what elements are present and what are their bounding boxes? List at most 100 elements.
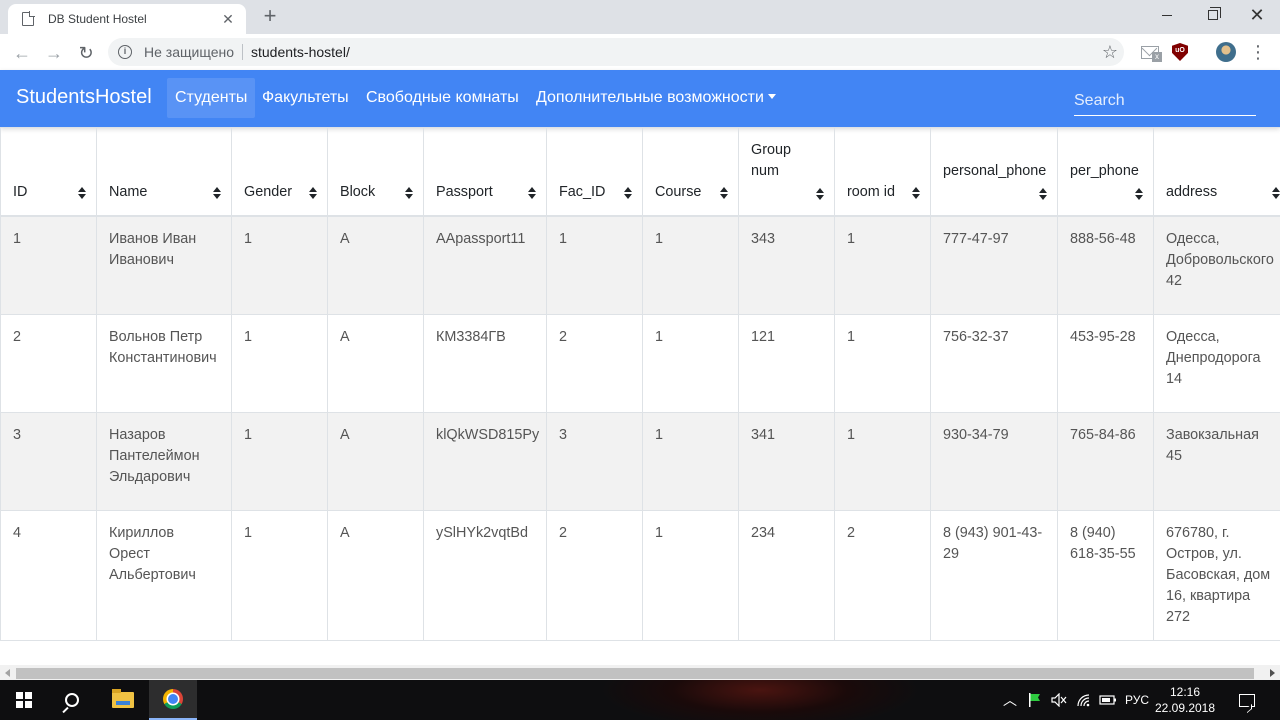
- search-input[interactable]: [1074, 86, 1256, 116]
- tray-expand-button[interactable]: ︿: [1000, 680, 1020, 720]
- cell-personal-phone: 8 (943) 901-43-29: [930, 509, 1058, 641]
- table-row[interactable]: 1 Иванов Иван Иванович 1 A AApassport11 …: [0, 215, 1280, 315]
- col-label: address: [1166, 184, 1218, 200]
- cell-address: Завокзальная 45: [1153, 411, 1280, 511]
- sort-icon: [624, 187, 632, 199]
- minimize-icon: [1162, 14, 1172, 16]
- nav-extra-dropdown[interactable]: Дополнительные возможности: [528, 78, 784, 118]
- col-label: Block: [340, 184, 376, 200]
- browser-toolbar: ← → ↻ i Не защищено students-hostel/ ☆ x…: [0, 34, 1280, 70]
- cell-block: A: [327, 509, 424, 641]
- tab-close-icon[interactable]: ✕: [220, 11, 236, 28]
- cell-room-id: 1: [834, 313, 931, 413]
- nav-free-rooms[interactable]: Свободные комнаты: [358, 78, 527, 118]
- col-header-group-num[interactable]: Group num: [738, 127, 835, 217]
- col-header-gender[interactable]: Gender: [231, 127, 328, 217]
- start-button[interactable]: [0, 680, 48, 720]
- col-label: Passport: [436, 184, 493, 200]
- cell-group-num: 343: [738, 215, 835, 315]
- sort-icon: [309, 187, 317, 199]
- info-icon[interactable]: i: [118, 45, 132, 59]
- table-row[interactable]: 4 Кириллов Орест Альбертович 1 A ySlHYk2…: [0, 509, 1280, 641]
- bookmark-star-icon[interactable]: ☆: [1096, 42, 1124, 63]
- nav-extra-label: Дополнительные возможности: [536, 89, 764, 106]
- col-header-per-phone[interactable]: per_phone: [1057, 127, 1154, 217]
- url-text[interactable]: students-hostel/: [251, 44, 1096, 60]
- network-button[interactable]: [1072, 680, 1096, 720]
- language-indicator[interactable]: РУС: [1122, 680, 1152, 720]
- action-center-button[interactable]: [1232, 680, 1262, 720]
- flag-icon: [1029, 693, 1040, 707]
- taskbar-explorer-button[interactable]: [99, 680, 147, 720]
- nav-faculties[interactable]: Факультеты: [254, 78, 357, 118]
- scroll-right-arrow-icon[interactable]: [1270, 669, 1275, 677]
- cell-address: 676780, г. Остров, ул. Басовская, дом 16…: [1153, 509, 1280, 641]
- taskbar-clock[interactable]: 12:16 22.09.2018: [1152, 684, 1218, 716]
- clock-time: 12:16: [1169, 685, 1201, 699]
- brand-link[interactable]: StudentsHostel: [16, 86, 152, 109]
- table-header-row: ID Name Gender Block Passport Fac_ID Cou…: [0, 127, 1280, 217]
- col-header-block[interactable]: Block: [327, 127, 424, 217]
- security-status[interactable]: Не защищено: [144, 44, 234, 60]
- sort-icon: [816, 188, 824, 200]
- cell-passport: AApassport11: [423, 215, 547, 315]
- browser-tab[interactable]: DB Student Hostel ✕: [8, 4, 246, 34]
- cell-fac-id: 2: [546, 313, 643, 413]
- clock-date: 22.09.2018: [1154, 701, 1216, 715]
- volume-button[interactable]: [1048, 680, 1070, 720]
- forward-button[interactable]: →: [42, 41, 66, 65]
- cell-passport: ySlHYk2vqtBd: [423, 509, 547, 641]
- cell-id: 1: [0, 215, 97, 315]
- col-label: ID: [13, 184, 28, 200]
- col-header-id[interactable]: ID: [0, 127, 97, 217]
- scroll-left-arrow-icon[interactable]: [5, 669, 10, 677]
- col-label: Group num: [751, 142, 791, 179]
- col-header-passport[interactable]: Passport: [423, 127, 547, 217]
- search-icon: [65, 693, 79, 707]
- mail-icon: x: [1141, 45, 1162, 62]
- scrollbar-thumb[interactable]: [16, 668, 1254, 679]
- table-row[interactable]: 3 Назаров Пантелеймон Эльдарович 1 A klQ…: [0, 411, 1280, 511]
- window-close-button[interactable]: ✕: [1234, 0, 1280, 30]
- col-header-address[interactable]: address: [1153, 127, 1280, 217]
- back-button[interactable]: ←: [10, 41, 34, 65]
- nav-students[interactable]: Студенты: [167, 78, 256, 118]
- col-header-fac-id[interactable]: Fac_ID: [546, 127, 643, 217]
- tab-title: DB Student Hostel: [48, 12, 147, 26]
- restore-button[interactable]: [1190, 0, 1236, 30]
- cell-personal-phone: 756-32-37: [930, 313, 1058, 413]
- mail-badge: x: [1152, 51, 1162, 62]
- cell-group-num: 234: [738, 509, 835, 641]
- address-bar[interactable]: i Не защищено students-hostel/ ☆: [108, 38, 1124, 66]
- battery-button[interactable]: [1096, 680, 1120, 720]
- cell-personal-phone: 777-47-97: [930, 215, 1058, 315]
- cell-address: Одесса, Днепродорога 14: [1153, 313, 1280, 413]
- sort-icon: [1039, 188, 1047, 200]
- minimize-button[interactable]: [1144, 0, 1190, 30]
- col-label: Gender: [244, 184, 292, 200]
- col-header-course[interactable]: Course: [642, 127, 739, 217]
- profile-button[interactable]: [1216, 42, 1236, 62]
- table-row[interactable]: 2 Вольнов Петр Константинович 1 A КМ3384…: [0, 313, 1280, 413]
- col-header-personal-phone[interactable]: personal_phone: [930, 127, 1058, 217]
- mail-extension-button[interactable]: x: [1140, 42, 1162, 62]
- sort-icon: [1272, 187, 1280, 199]
- taskbar-search-button[interactable]: [48, 680, 96, 720]
- col-label: personal_phone: [943, 163, 1047, 179]
- browser-menu-button[interactable]: ⋮: [1248, 42, 1268, 62]
- reload-button[interactable]: ↻: [74, 41, 98, 65]
- cell-id: 2: [0, 313, 97, 413]
- col-header-name[interactable]: Name: [96, 127, 232, 217]
- folder-icon: [112, 689, 134, 708]
- cell-block: A: [327, 411, 424, 511]
- sort-icon: [1135, 188, 1143, 200]
- tray-flag-button[interactable]: [1024, 680, 1046, 720]
- cell-gender: 1: [231, 411, 328, 511]
- ublock-extension-button[interactable]: uO: [1170, 42, 1190, 62]
- students-table: ID Name Gender Block Passport Fac_ID Cou…: [0, 127, 1280, 641]
- new-tab-button[interactable]: +: [258, 4, 282, 28]
- col-header-room-id[interactable]: room id: [834, 127, 931, 217]
- cell-per-phone: 453-95-28: [1057, 313, 1154, 413]
- cell-id: 3: [0, 411, 97, 511]
- taskbar-chrome-button[interactable]: [149, 680, 197, 720]
